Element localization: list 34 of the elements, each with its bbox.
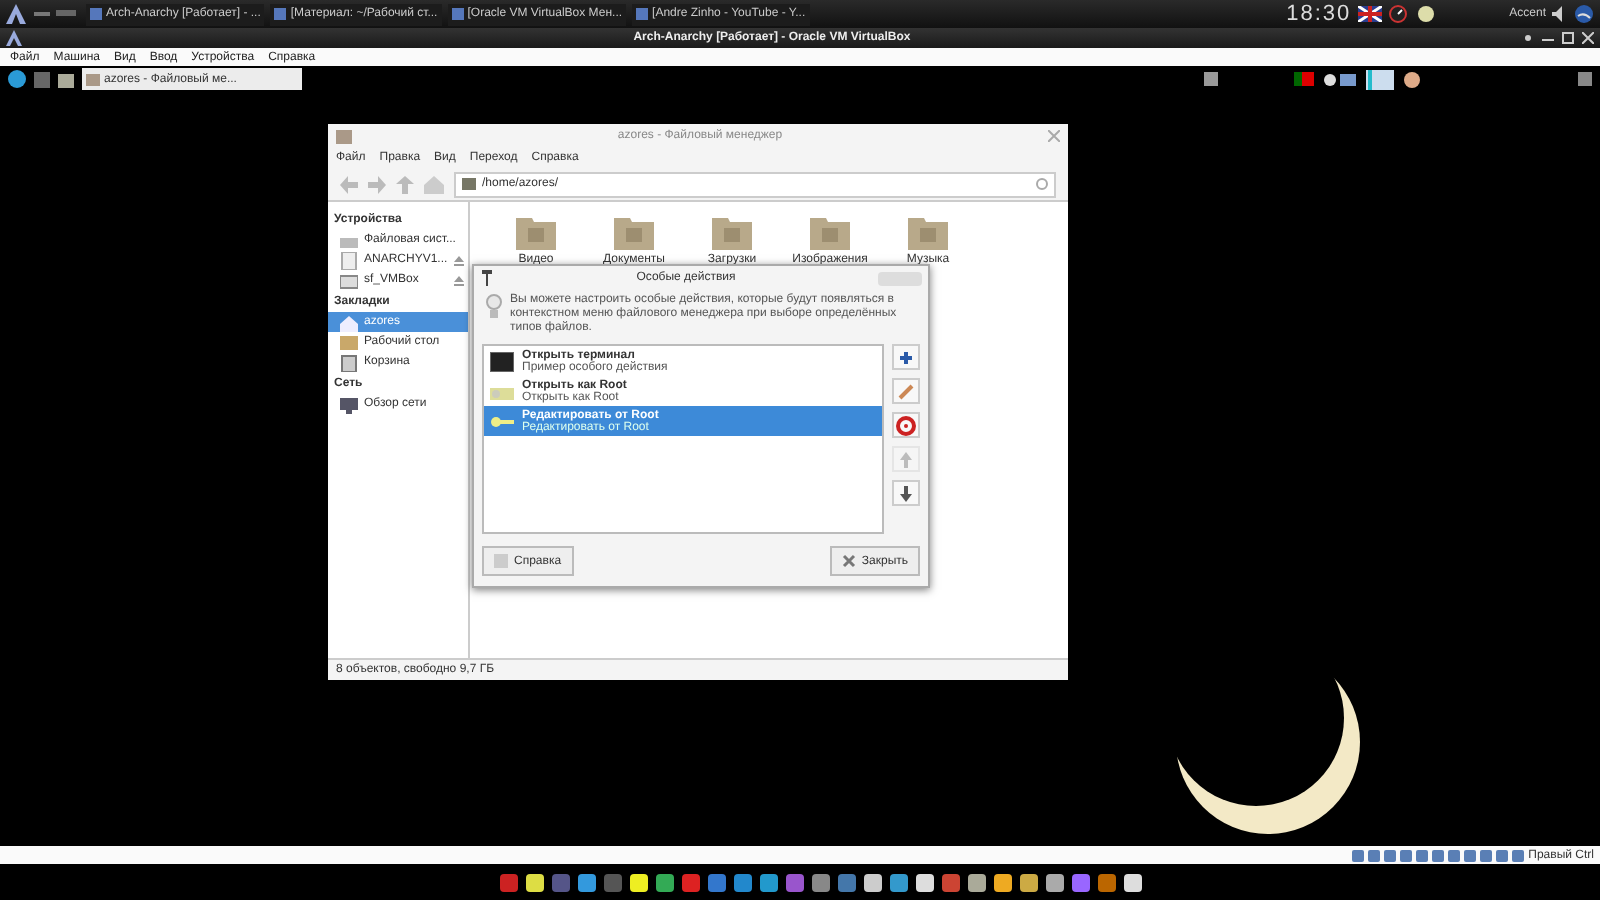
folder-icon <box>340 333 358 351</box>
maximize-icon[interactable] <box>1562 32 1574 44</box>
add-button[interactable] <box>892 344 920 370</box>
delete-button[interactable] <box>892 412 920 438</box>
window-icon <box>636 8 649 20</box>
reload-icon[interactable] <box>1036 178 1048 190</box>
delete-icon <box>894 413 918 437</box>
volume-icon[interactable] <box>1552 6 1568 22</box>
globe-icon[interactable] <box>1574 4 1594 24</box>
gauge-icon[interactable] <box>1387 4 1408 24</box>
up-arrow-icon <box>894 447 918 471</box>
down-arrow-icon <box>894 481 918 505</box>
trash-icon <box>340 353 358 371</box>
home-icon <box>340 313 358 331</box>
drive-icon <box>340 271 358 289</box>
eject-icon[interactable] <box>454 255 464 265</box>
workspace-icon[interactable] <box>32 6 80 22</box>
monitor-icon <box>340 395 358 413</box>
menu-icon[interactable] <box>8 70 26 88</box>
uk-flag-icon[interactable] <box>1357 6 1382 22</box>
bulb-icon <box>486 294 502 320</box>
folder-icon <box>336 128 352 144</box>
close-icon <box>841 554 856 568</box>
down-button[interactable] <box>892 480 920 506</box>
eject-icon[interactable] <box>454 275 464 285</box>
pencil-icon <box>894 379 918 403</box>
close-icon[interactable] <box>1582 32 1594 44</box>
window-icon <box>274 8 287 20</box>
screen-icon[interactable] <box>1366 69 1394 89</box>
clock: 18:30 <box>1286 2 1352 26</box>
edit-button[interactable] <box>892 378 920 404</box>
window-icon <box>451 8 464 20</box>
window-icon <box>90 8 102 20</box>
folder-icon <box>462 178 476 190</box>
